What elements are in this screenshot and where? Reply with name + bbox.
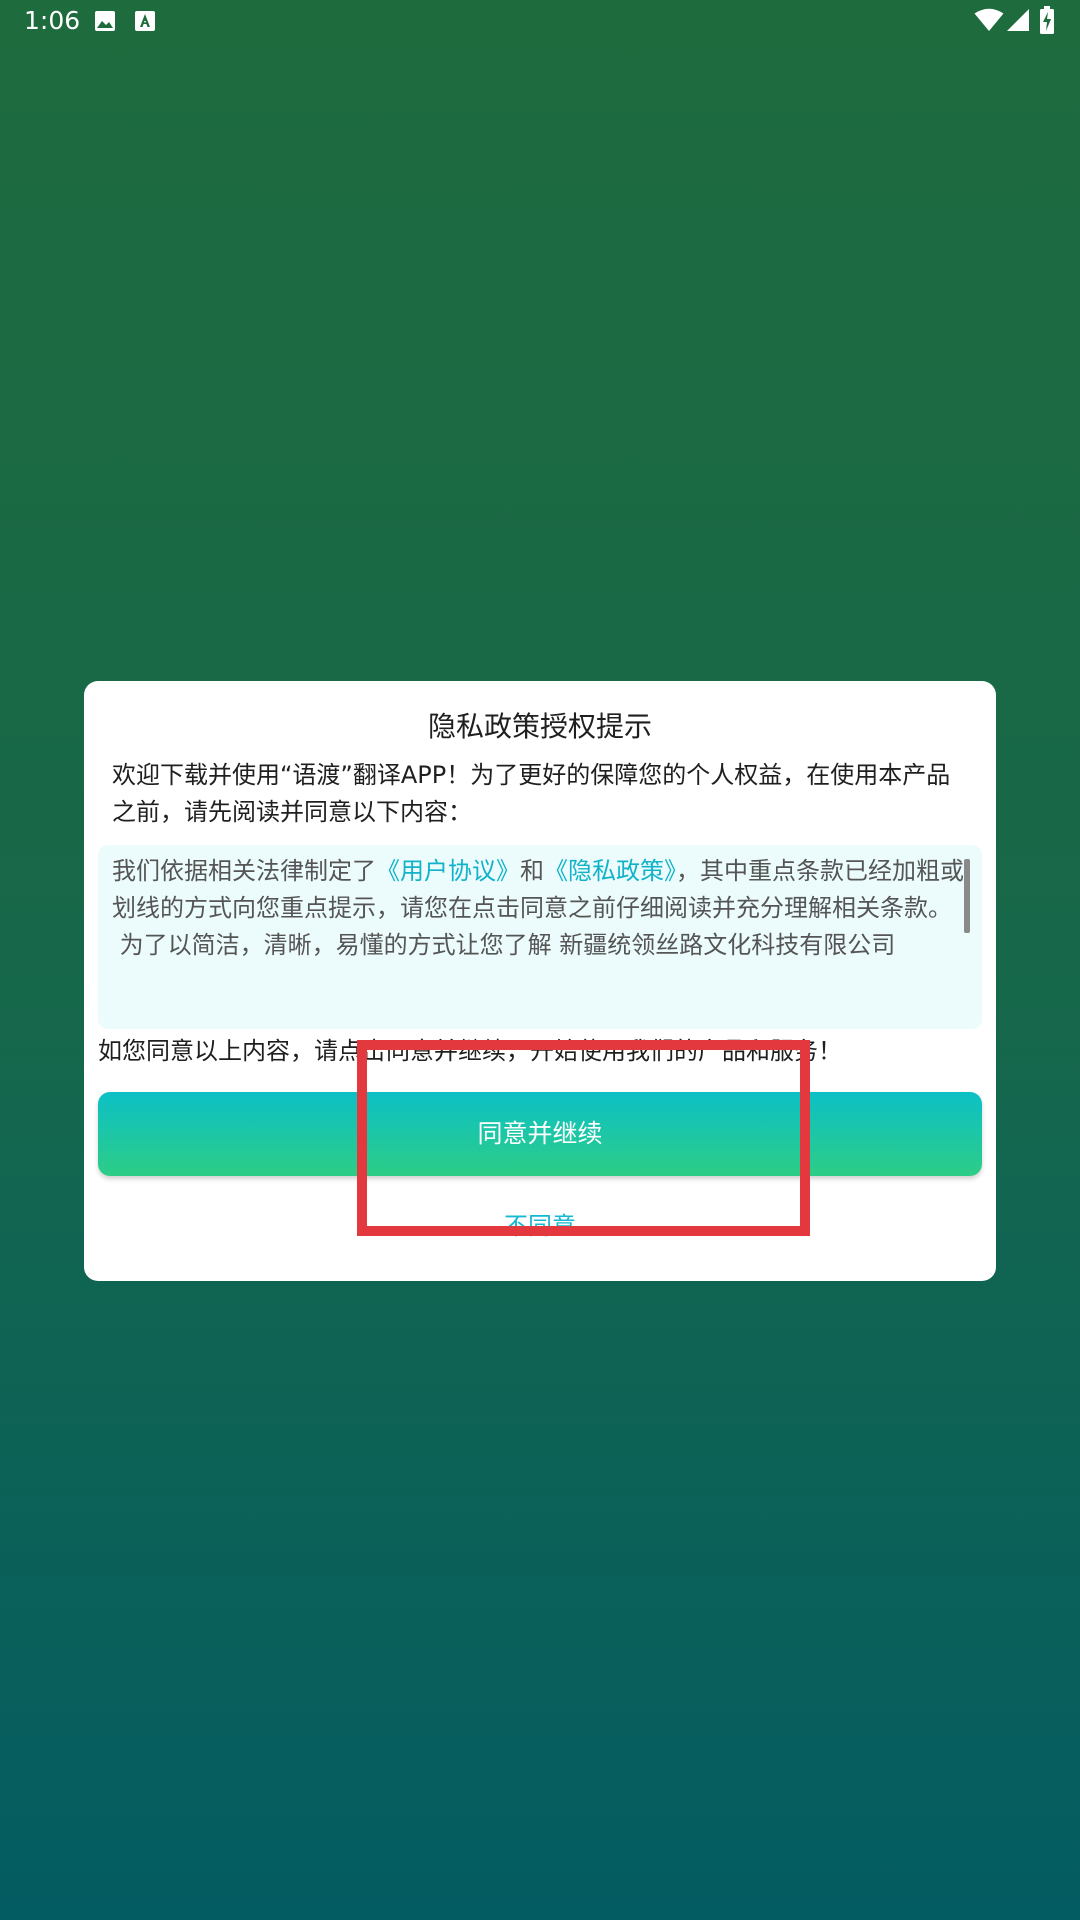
policy-paragraph-2: 为了以简洁，清晰，易懂的方式让您了解 新疆统领丝路文化科技有限公司 [112,931,896,959]
policy-text: 我们依据相关法律制定了《用户协议》和《隐私政策》，其中重点条款已经加粗或划线的方… [112,853,970,964]
accessibility-icon [135,11,155,31]
agree-continue-button[interactable]: 同意并继续 [98,1092,982,1176]
scrollbar[interactable] [964,859,970,933]
cell-signal-icon [1007,9,1029,31]
privacy-dialog: 隐私政策授权提示 欢迎下载并使用“语渡”翻译APP！为了更好的保障您的个人权益，… [84,681,996,1281]
wifi-icon [974,8,1004,31]
battery-charging-icon [1040,6,1054,34]
privacy-policy-link[interactable]: 《隐私政策》 [544,857,676,885]
image-icon [95,11,115,31]
intro-text: 欢迎下载并使用“语渡”翻译APP！为了更好的保障您的个人权益，在使用本产品之前，… [112,761,951,826]
dialog-title: 隐私政策授权提示 [427,710,652,743]
disagree-link[interactable]: 不同意 [84,1208,996,1244]
policy-text-before: 我们依据相关法律制定了 [112,857,376,885]
status-bar: 1:06 [0,0,1080,42]
status-time: 1:06 [24,6,81,35]
policy-text-and: 和 [520,857,544,885]
user-agreement-link[interactable]: 《用户协议》 [376,857,520,885]
consent-text: 如您同意以上内容，请点击同意并继续，开始使用我们的产品和服务！ [98,1037,842,1065]
policy-scroll-box[interactable]: 我们依据相关法律制定了《用户协议》和《隐私政策》，其中重点条款已经加粗或划线的方… [98,845,982,1029]
